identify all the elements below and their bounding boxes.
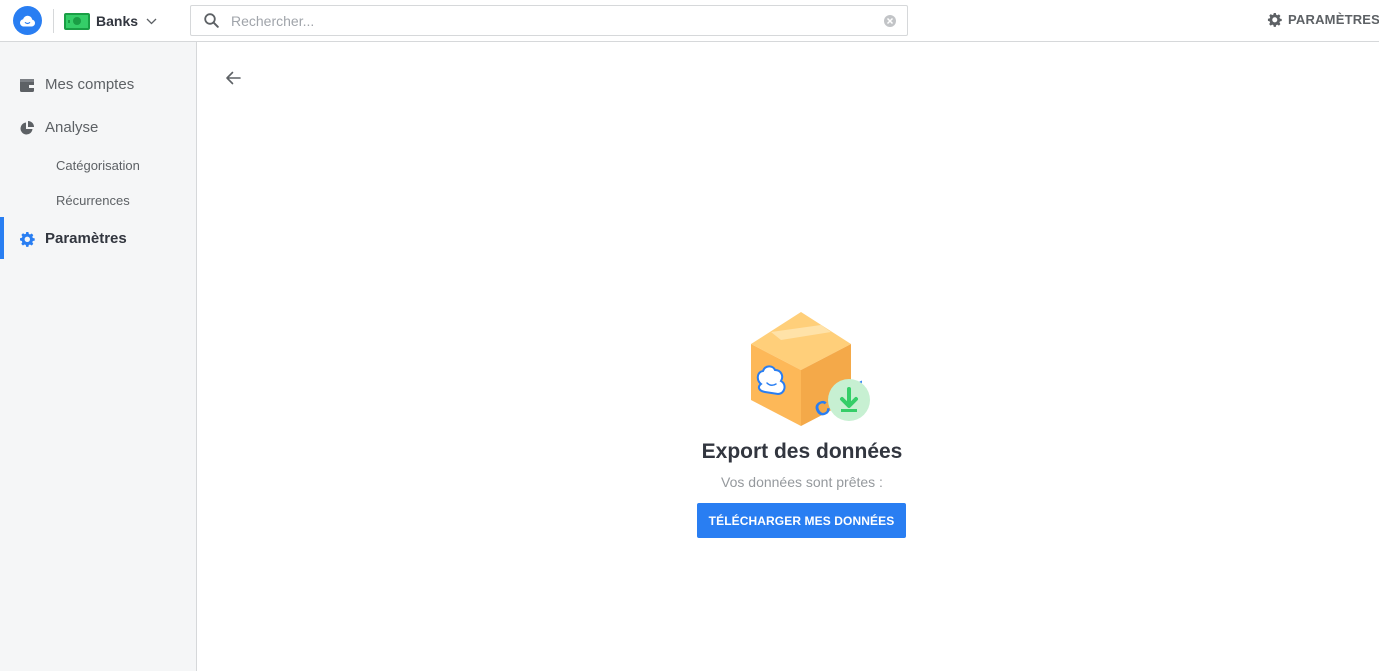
sidebar: Mes comptes Analyse Catégorisation Récur… — [0, 42, 197, 671]
sidebar-item-label: Paramètres — [45, 229, 127, 247]
top-bar: Banks PARAMÈTRES — [0, 0, 1379, 42]
sidebar-subitem-recurrences[interactable]: Récurrences — [56, 193, 130, 208]
gear-icon — [20, 232, 35, 247]
clear-icon[interactable] — [883, 14, 897, 28]
cozy-box-download-illustration: COZY — [751, 312, 871, 426]
search-input[interactable] — [231, 9, 861, 32]
sidebar-item-analyse[interactable]: Analyse — [0, 106, 196, 148]
download-data-button[interactable]: TÉLÉCHARGER MES DONNÉES — [697, 503, 906, 538]
pie-chart-icon — [20, 121, 34, 135]
settings-label: PARAMÈTRES — [1288, 12, 1379, 27]
page-subtitle: Vos données sont prêtes : — [721, 474, 883, 490]
chevron-down-icon — [146, 18, 157, 24]
search-icon — [204, 13, 219, 28]
divider — [53, 9, 54, 33]
sidebar-item-label: Analyse — [45, 118, 99, 136]
cozy-cloud-icon[interactable] — [13, 6, 42, 35]
sidebar-item-parametres[interactable]: Paramètres — [0, 217, 196, 259]
settings-button[interactable]: PARAMÈTRES — [1267, 12, 1379, 27]
arrow-left-icon[interactable] — [223, 69, 243, 87]
money-banknote-icon — [64, 12, 90, 30]
app-name: Banks — [96, 13, 139, 29]
sidebar-subitem-categorisation[interactable]: Catégorisation — [56, 158, 140, 173]
app-switcher[interactable]: Banks — [64, 10, 157, 32]
page-title: Export des données — [701, 440, 903, 463]
gear-icon — [1267, 12, 1282, 27]
sidebar-item-label: Mes comptes — [45, 75, 135, 93]
main-content: COZY Export des données Vos données sont… — [197, 42, 1379, 671]
sidebar-item-mes-comptes[interactable]: Mes comptes — [0, 63, 196, 105]
wallet-icon — [20, 79, 34, 92]
search-bar — [190, 5, 908, 36]
